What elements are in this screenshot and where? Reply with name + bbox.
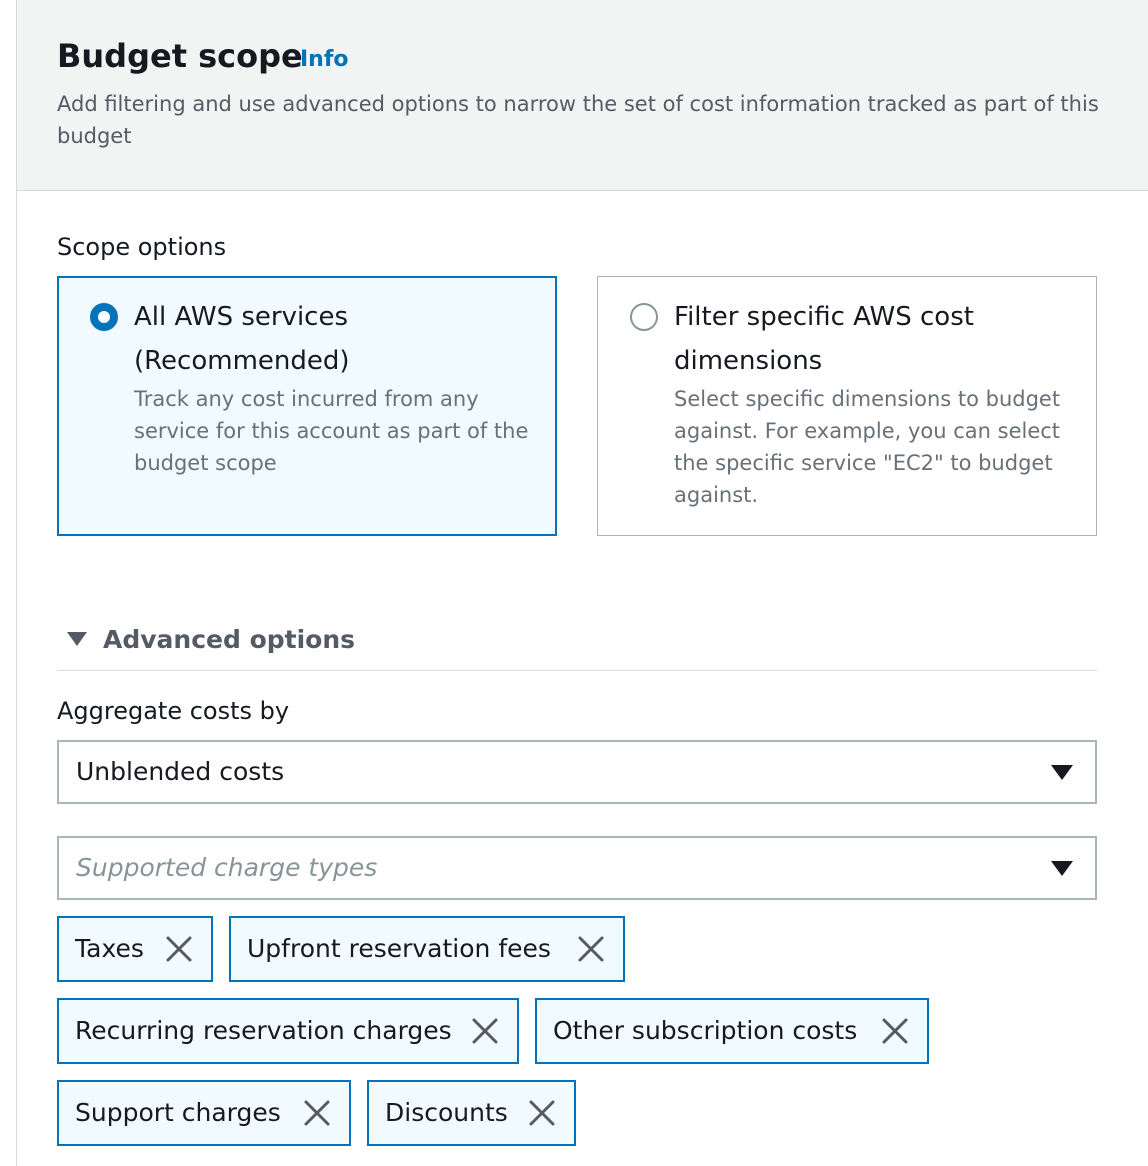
close-icon[interactable] [881,1017,909,1045]
scope-option-description: Select specific dimensions to budget aga… [674,387,1061,507]
scope-option-filter-dimensions[interactable]: Filter specific AWS cost dimensions Sele… [597,276,1097,536]
token-label: Recurring reservation charges [75,1016,452,1045]
token-discounts: Discounts [367,1080,576,1146]
scope-option-title: Filter specific AWS cost dimensions [674,302,974,376]
scope-option-all-services[interactable]: All AWS services (Recommended) Track any… [57,276,557,536]
info-link[interactable]: Info [300,46,349,74]
budget-scope-panel: Budget scope Info Add filtering and use … [16,0,1148,1166]
token-label: Discounts [385,1098,508,1127]
panel-description: Add filtering and use advanced options t… [57,92,1099,148]
radio-all-services[interactable] [90,303,118,331]
token-taxes: Taxes [57,916,213,982]
scope-options-label: Scope options [57,233,227,261]
radio-filter-dimensions[interactable] [630,303,658,331]
token-label: Upfront reservation fees [247,934,551,963]
scope-option-description: Track any cost incurred from any service… [134,387,529,475]
aggregate-costs-select[interactable]: Unblended costs [57,740,1097,804]
close-icon[interactable] [471,1017,499,1045]
advanced-options-label: Advanced options [103,625,356,654]
token-label: Other subscription costs [553,1016,858,1045]
advanced-options-toggle[interactable]: Advanced options [57,622,1097,671]
token-label: Support charges [75,1098,281,1127]
close-icon[interactable] [165,935,193,963]
token-recurring-reservation-charges: Recurring reservation charges [57,998,519,1064]
token-other-subscription-costs: Other subscription costs [535,998,929,1064]
close-icon[interactable] [577,935,605,963]
panel-header: Budget scope Info Add filtering and use … [17,0,1148,191]
caret-down-icon [67,632,87,646]
token-upfront-reservation-fees: Upfront reservation fees [229,916,625,982]
token-support-charges: Support charges [57,1080,351,1146]
aggregate-costs-label: Aggregate costs by [57,697,290,725]
close-icon[interactable] [303,1099,331,1127]
charge-types-placeholder: Supported charge types [76,853,378,882]
close-icon[interactable] [528,1099,556,1127]
caret-down-icon [1051,861,1073,876]
page-title: Budget scope [57,37,303,75]
charge-types-multiselect[interactable]: Supported charge types [57,836,1097,900]
token-label: Taxes [75,934,144,963]
scope-option-title: All AWS services (Recommended) [134,302,350,376]
caret-down-icon [1051,765,1073,780]
aggregate-costs-value: Unblended costs [76,757,285,786]
